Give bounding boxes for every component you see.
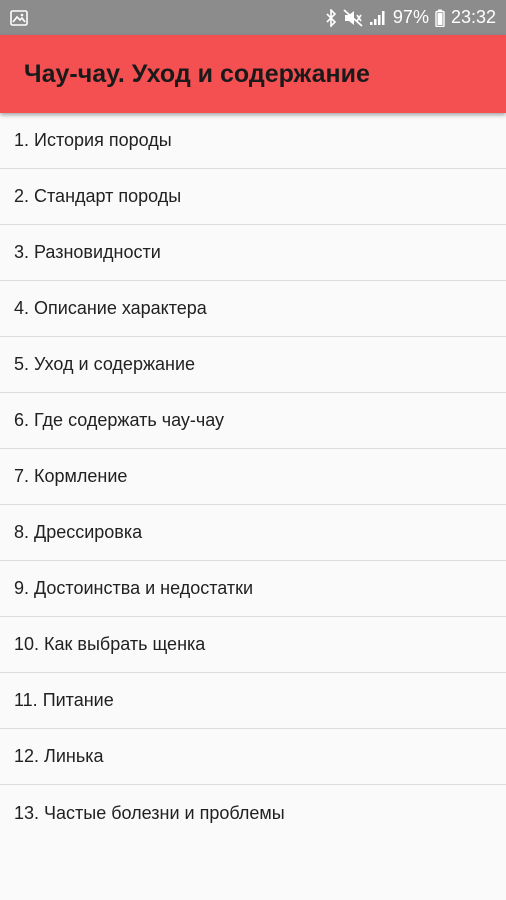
list-item-11[interactable]: 11. Питание [0, 673, 506, 729]
list-item-7[interactable]: 7. Кормление [0, 449, 506, 505]
status-bar: 97% 23:32 [0, 0, 506, 35]
list-item-label: 1. История породы [14, 130, 172, 150]
mute-icon [343, 8, 363, 28]
list-item-8[interactable]: 8. Дрессировка [0, 505, 506, 561]
signal-icon [369, 8, 387, 28]
list-item-2[interactable]: 2. Стандарт породы [0, 169, 506, 225]
chapter-list: 1. История породы 2. Стандарт породы 3. … [0, 113, 506, 841]
list-item-label: 2. Стандарт породы [14, 186, 182, 206]
list-item-4[interactable]: 4. Описание характера [0, 281, 506, 337]
list-item-label: 12. Линька [14, 746, 104, 766]
list-item-1[interactable]: 1. История породы [0, 113, 506, 169]
list-item-label: 5. Уход и содержание [14, 354, 196, 374]
list-item-label: 3. Разновидности [14, 242, 161, 262]
list-item-12[interactable]: 12. Линька [0, 729, 506, 785]
list-item-label: 9. Достоинства и недостатки [14, 578, 254, 598]
list-item-13[interactable]: 13. Частые болезни и проблемы [0, 785, 506, 841]
list-item-5[interactable]: 5. Уход и содержание [0, 337, 506, 393]
list-item-10[interactable]: 10. Как выбрать щенка [0, 617, 506, 673]
list-item-3[interactable]: 3. Разновидности [0, 225, 506, 281]
list-item-label: 7. Кормление [14, 466, 128, 486]
status-bar-left [10, 8, 325, 28]
list-item-9[interactable]: 9. Достоинства и недостатки [0, 561, 506, 617]
list-item-label: 4. Описание характера [14, 298, 207, 318]
list-item-label: 13. Частые болезни и проблемы [14, 802, 285, 823]
list-item-label: 8. Дрессировка [14, 522, 143, 542]
list-item-label: 11. Питание [14, 690, 114, 710]
app-title: Чау-чау. Уход и содержание [24, 59, 370, 88]
app-bar: Чау-чау. Уход и содержание [0, 35, 506, 113]
list-item-6[interactable]: 6. Где содержать чау-чау [0, 393, 506, 449]
bluetooth-icon [325, 8, 337, 28]
status-bar-right: 97% 23:32 [325, 7, 496, 28]
list-item-label: 6. Где содержать чау-чау [14, 410, 225, 430]
clock: 23:32 [450, 7, 496, 27]
gallery-icon [10, 8, 28, 28]
battery-icon [435, 8, 445, 28]
battery-percent: 97% [392, 7, 429, 27]
list-item-label: 10. Как выбрать щенка [14, 634, 206, 654]
